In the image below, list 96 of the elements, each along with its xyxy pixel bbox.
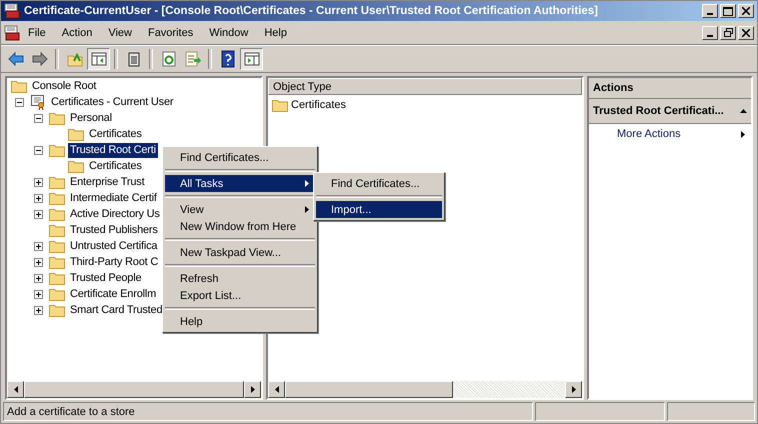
menu-item[interactable]: Favorites bbox=[140, 24, 202, 40]
menu-item[interactable]: Find Certificates... bbox=[316, 175, 442, 192]
folder-icon bbox=[49, 239, 65, 253]
scroll-left-button[interactable] bbox=[7, 381, 24, 398]
right-arrow-icon bbox=[572, 386, 576, 393]
app-icon bbox=[4, 3, 20, 19]
close-button[interactable] bbox=[738, 4, 754, 18]
maximize-icon bbox=[723, 6, 733, 16]
expand-icon[interactable] bbox=[34, 194, 43, 202]
collapse-icon[interactable] bbox=[34, 114, 43, 122]
actions-section[interactable]: Trusted Root Certificati... bbox=[589, 99, 751, 124]
folder-icon bbox=[49, 111, 65, 125]
tree-item[interactable]: Smart Card Trusted bbox=[68, 302, 164, 318]
tree-item[interactable]: Personal bbox=[68, 110, 114, 126]
tree-item[interactable]: Trusted People bbox=[68, 270, 144, 286]
menu-item[interactable]: File bbox=[20, 24, 54, 40]
expand-icon[interactable] bbox=[34, 306, 43, 314]
tree-item[interactable]: Console Root bbox=[30, 78, 98, 94]
menu-item[interactable]: Import... bbox=[316, 201, 442, 218]
column-header[interactable]: Object Type bbox=[268, 78, 582, 95]
menu-item[interactable]: Action bbox=[54, 24, 100, 40]
tree-item[interactable]: Trusted Publishers bbox=[68, 222, 160, 238]
folder-icon bbox=[49, 223, 65, 237]
minimize-icon bbox=[707, 34, 713, 36]
help-icon bbox=[218, 50, 236, 68]
minimize-icon bbox=[707, 13, 713, 15]
folder-icon bbox=[49, 143, 65, 157]
tree-item[interactable]: Certificates bbox=[87, 126, 144, 142]
right-arrow-icon bbox=[250, 386, 254, 393]
folder-icon bbox=[49, 191, 65, 205]
folder-icon bbox=[49, 207, 65, 221]
certificate-store-icon bbox=[30, 94, 46, 110]
toolbar-button[interactable] bbox=[240, 48, 263, 70]
app-icon bbox=[4, 24, 20, 40]
forward-icon bbox=[30, 50, 48, 68]
tree-item[interactable]: Active Directory Us bbox=[68, 206, 162, 222]
menu-item[interactable]: View bbox=[165, 201, 315, 218]
close-button[interactable] bbox=[738, 26, 754, 40]
refresh-icon bbox=[160, 50, 178, 68]
tree-item[interactable]: Third-Party Root C bbox=[68, 254, 160, 270]
tree-item[interactable]: Untrusted Certifica bbox=[68, 238, 160, 254]
actions-header: Actions bbox=[589, 78, 751, 99]
folder-icon bbox=[11, 79, 27, 93]
restore-icon bbox=[724, 28, 732, 37]
menu-item[interactable]: Help bbox=[256, 24, 295, 40]
window-title: Certificate-CurrentUser - [Console Root\Certificates - Current User\Trusted Root Certification Authorities] bbox=[24, 5, 600, 17]
menu-item[interactable]: Find Certificates... bbox=[165, 149, 315, 166]
menu-item[interactable]: Window bbox=[201, 24, 256, 40]
scroll-right-button[interactable] bbox=[244, 381, 261, 398]
expand-icon[interactable] bbox=[34, 290, 43, 298]
close-icon bbox=[742, 7, 750, 15]
console-tree-icon bbox=[90, 50, 108, 68]
menu-item[interactable]: View bbox=[100, 24, 140, 40]
expand-icon[interactable] bbox=[34, 178, 43, 186]
left-arrow-icon bbox=[14, 386, 18, 393]
toolbar-button[interactable] bbox=[87, 48, 110, 70]
status-text: Add a certificate to a store bbox=[3, 402, 533, 421]
folder-icon bbox=[49, 175, 65, 189]
menu-item[interactable]: Export List... bbox=[165, 287, 315, 304]
collapse-icon[interactable] bbox=[15, 98, 24, 106]
maximize-button[interactable] bbox=[720, 4, 736, 18]
back-icon bbox=[6, 50, 24, 68]
list-item[interactable]: Certificates bbox=[291, 99, 346, 111]
folder-icon bbox=[49, 303, 65, 317]
scroll-right-button[interactable] bbox=[565, 381, 582, 398]
tree-item[interactable]: Intermediate Certif bbox=[68, 190, 159, 206]
menu-item[interactable]: New Window from Here bbox=[165, 218, 315, 235]
menu-item[interactable]: All Tasks bbox=[165, 175, 315, 192]
menu-item[interactable]: Refresh bbox=[165, 270, 315, 287]
folder-icon bbox=[49, 287, 65, 301]
collapse-icon[interactable] bbox=[34, 146, 43, 154]
export-list-icon bbox=[184, 50, 202, 68]
expand-icon[interactable] bbox=[34, 210, 43, 218]
tree-item[interactable]: Enterprise Trust bbox=[68, 174, 146, 190]
minimize-button[interactable] bbox=[702, 4, 718, 18]
scrollbar-thumb[interactable] bbox=[285, 381, 453, 398]
close-icon bbox=[742, 28, 750, 36]
expand-icon[interactable] bbox=[34, 274, 43, 282]
tree-item[interactable]: Certificate Enrollm bbox=[68, 286, 158, 302]
tree-item[interactable]: Certificates - Current User bbox=[49, 94, 176, 110]
tree-item[interactable]: Trusted Root Certi bbox=[68, 142, 158, 158]
folder-icon bbox=[49, 255, 65, 269]
action-pane-icon bbox=[242, 50, 260, 68]
folder-icon bbox=[272, 98, 288, 112]
action-link[interactable]: More Actions bbox=[589, 124, 751, 144]
scroll-left-button[interactable] bbox=[268, 381, 285, 398]
expand-icon[interactable] bbox=[34, 258, 43, 266]
minimize-button[interactable] bbox=[702, 26, 718, 40]
menu-item[interactable]: New Taskpad View... bbox=[165, 244, 315, 261]
scrollbar-thumb[interactable] bbox=[24, 381, 244, 398]
tree-item[interactable]: Certificates bbox=[87, 158, 144, 174]
restore-button[interactable] bbox=[720, 26, 736, 40]
folder-icon bbox=[49, 271, 65, 285]
left-arrow-icon bbox=[274, 386, 278, 393]
expand-icon[interactable] bbox=[34, 242, 43, 250]
menu-item[interactable]: Help bbox=[165, 313, 315, 330]
